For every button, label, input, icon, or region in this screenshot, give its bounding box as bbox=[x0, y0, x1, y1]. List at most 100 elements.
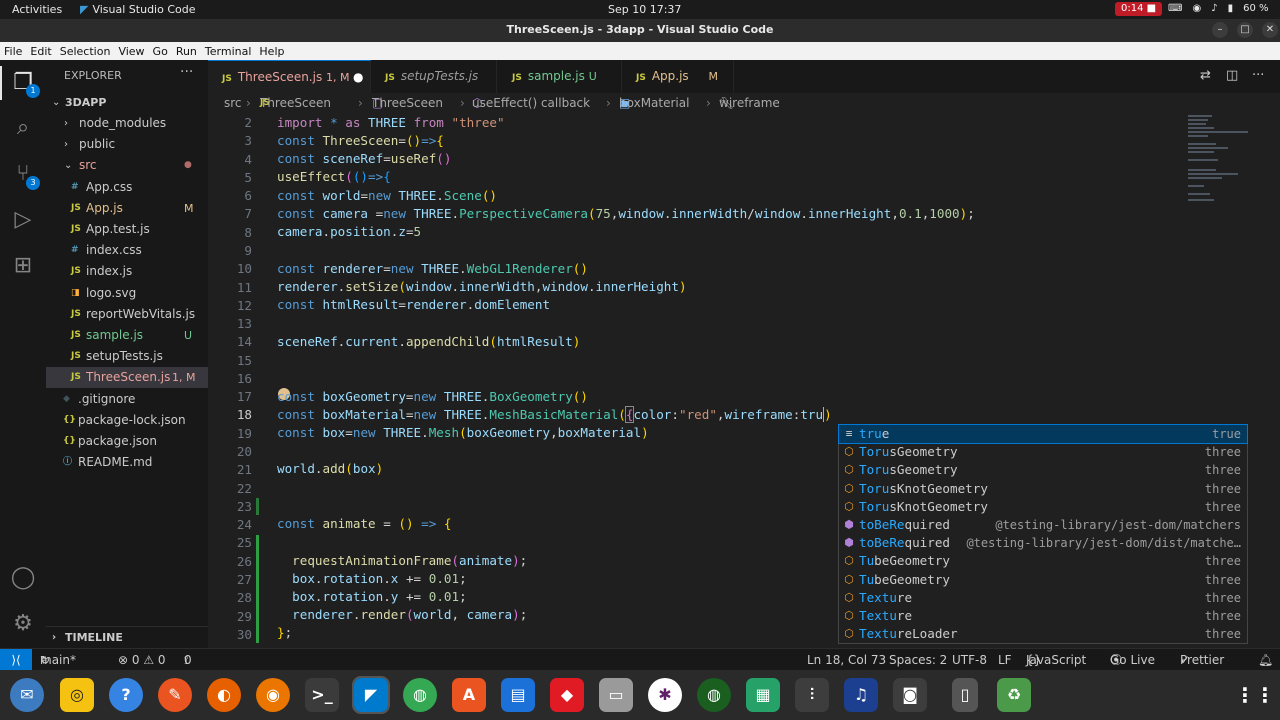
tree-item[interactable]: JS setupTests.js bbox=[46, 346, 208, 367]
tree-item[interactable]: # index.css bbox=[46, 240, 208, 261]
suggestion-item[interactable]: ⬡ TorusKnotGeometry three bbox=[839, 498, 1247, 516]
suggestion-detail: three bbox=[1204, 590, 1241, 605]
line-number: 26 bbox=[236, 553, 252, 569]
encoding[interactable]: UTF-8 bbox=[952, 649, 987, 671]
editor-scrollbar[interactable] bbox=[1272, 113, 1280, 648]
account-icon[interactable]: ◯ bbox=[9, 564, 37, 592]
files-icon[interactable]: ▭ bbox=[599, 678, 633, 712]
blender-icon[interactable]: ◉ bbox=[256, 678, 290, 712]
suggestion-item[interactable]: ⬡ TorusGeometry three bbox=[839, 461, 1247, 479]
extensions-icon[interactable]: ⊞ bbox=[9, 252, 37, 280]
suggestion-item[interactable]: ≡ true true bbox=[838, 423, 1248, 445]
activities-button[interactable]: Activities bbox=[12, 3, 62, 16]
unsaved-dot-icon[interactable]: ● bbox=[353, 61, 363, 94]
audio-editor-icon[interactable]: ⫶ bbox=[795, 678, 829, 712]
tree-item[interactable]: {} package.json bbox=[46, 431, 208, 452]
suggestion-item[interactable]: ⬡ Texture three bbox=[839, 607, 1247, 625]
project-root[interactable]: ⌄ 3DAPP bbox=[46, 92, 208, 113]
usb-drive-icon[interactable]: ▯ bbox=[952, 678, 978, 712]
screenshot-icon[interactable]: ◙ bbox=[893, 678, 927, 712]
menu-terminal[interactable]: Terminal bbox=[205, 45, 252, 58]
menu-file[interactable]: File bbox=[4, 45, 22, 58]
menu-run[interactable]: Run bbox=[176, 45, 197, 58]
tab-threesceen[interactable]: JS ThreeSceen.js 1, M ● bbox=[208, 60, 371, 93]
tree-item[interactable]: JS sample.js U bbox=[46, 325, 208, 346]
slack-icon[interactable]: ✱ bbox=[648, 678, 682, 712]
tree-item[interactable]: ◨ logo.svg bbox=[46, 283, 208, 304]
remote-icon[interactable]: ⟩⟨ bbox=[0, 649, 32, 670]
recording-indicator[interactable]: 0:14 ■ bbox=[1115, 2, 1163, 16]
globe-icon[interactable]: ◍ bbox=[697, 678, 731, 712]
search-icon[interactable]: ⌕ bbox=[9, 114, 37, 142]
suggestion-item[interactable]: ⬢ toBeRequired @testing-library/jest-dom/m… bbox=[839, 516, 1247, 534]
trash-icon[interactable]: ♻ bbox=[997, 678, 1031, 712]
thunderbird-icon[interactable]: ✉ bbox=[10, 678, 44, 712]
close-button[interactable]: ✕ bbox=[1262, 22, 1278, 38]
tree-item[interactable]: › node_modules bbox=[46, 113, 208, 134]
problems-item[interactable]: ⊗ 0 ⚠ 0 bbox=[118, 649, 166, 671]
minimize-button[interactable]: – bbox=[1212, 22, 1228, 38]
show-apps-icon[interactable]: ⋮⋮⋮ bbox=[1235, 678, 1280, 712]
system-tray[interactable]: ⌨ ◉ ♪ ▮ 60 % bbox=[1168, 3, 1268, 14]
menu-selection[interactable]: Selection bbox=[60, 45, 111, 58]
minimap[interactable] bbox=[1186, 113, 1256, 203]
software-center-icon[interactable]: A bbox=[452, 678, 486, 712]
menu-help[interactable]: Help bbox=[259, 45, 284, 58]
suggestion-item[interactable]: ⬢ toBeRequired @testing-library/jest-dom/d… bbox=[839, 534, 1247, 552]
calc-icon[interactable]: ▦ bbox=[746, 678, 780, 712]
maximize-button[interactable]: □ bbox=[1237, 22, 1253, 38]
clock[interactable]: Sep 10 17:37 bbox=[608, 3, 681, 16]
line-ending[interactable]: LF bbox=[998, 649, 1012, 671]
tree-item[interactable]: JS ThreeSceen.js 1, M bbox=[46, 367, 208, 389]
firefox-icon[interactable]: ◐ bbox=[207, 678, 241, 712]
vscode-icon[interactable]: ◤ bbox=[352, 676, 390, 714]
tree-item[interactable]: {} package-lock.json bbox=[46, 410, 208, 431]
tree-item[interactable]: ⓘ README.md bbox=[46, 452, 208, 473]
tree-item[interactable]: JS App.test.js bbox=[46, 219, 208, 240]
tree-item[interactable]: JS App.js M bbox=[46, 198, 208, 219]
terminal-icon[interactable]: >_ bbox=[305, 678, 339, 712]
app-menu[interactable]: ◤ Visual Studio Code bbox=[80, 3, 196, 16]
suggestion-item[interactable]: ⬡ Texture three bbox=[839, 589, 1247, 607]
suggestion-item[interactable]: ⬡ TorusKnotGeometry three bbox=[839, 480, 1247, 498]
chrome-icon[interactable]: ◍ bbox=[403, 678, 437, 712]
menu-edit[interactable]: Edit bbox=[30, 45, 51, 58]
system-top-bar: Activities ◤ Visual Studio Code Sep 10 17… bbox=[0, 0, 1280, 19]
audacity-icon[interactable]: ♫ bbox=[844, 678, 878, 712]
cursor-position[interactable]: Ln 18, Col 73 bbox=[807, 649, 886, 671]
suggestion-item[interactable]: ⬡ TextureLoader three bbox=[839, 625, 1247, 643]
split-editor-icon[interactable]: ◫ bbox=[1226, 68, 1238, 83]
suggestion-item[interactable]: ⬡ TubeGeometry three bbox=[839, 552, 1247, 570]
tree-item[interactable]: ◆ .gitignore bbox=[46, 389, 208, 410]
tree-item[interactable]: › public bbox=[46, 134, 208, 155]
tab-setuptests[interactable]: JS setupTests.js bbox=[371, 60, 497, 93]
help-icon[interactable]: ? bbox=[109, 678, 143, 712]
menu-go[interactable]: Go bbox=[153, 45, 168, 58]
suggestion-item[interactable]: ⬡ TorusGeometry three bbox=[839, 443, 1247, 461]
tab-app[interactable]: JS App.js M bbox=[622, 60, 734, 93]
tree-item[interactable]: ⌄ src ● bbox=[46, 155, 208, 176]
more-actions-icon[interactable]: ··· bbox=[1252, 68, 1264, 83]
code-line: sceneRef.current.appendChild(htmlResult) bbox=[277, 334, 581, 349]
crumb-src[interactable]: src bbox=[224, 93, 242, 113]
timeline-section[interactable]: › TIMELINE bbox=[46, 626, 208, 648]
tree-item[interactable]: JS reportWebVitals.js bbox=[46, 304, 208, 325]
tab-sample[interactable]: JS sample.js U bbox=[498, 60, 622, 93]
anydesk-icon[interactable]: ◆ bbox=[550, 678, 584, 712]
pencil-app-icon[interactable]: ✎ bbox=[158, 678, 192, 712]
suggestion-item[interactable]: ⬡ TubeGeometry three bbox=[839, 571, 1247, 589]
suggestion-label: TextureLoader bbox=[859, 625, 958, 643]
more-actions-icon[interactable]: ··· bbox=[180, 64, 193, 80]
indentation[interactable]: Spaces: 2 bbox=[889, 649, 947, 671]
run-debug-icon[interactable]: ▷ bbox=[9, 206, 37, 234]
notifications-bell-icon[interactable]: 🔔︎ bbox=[1258, 649, 1273, 671]
writer-icon[interactable]: ▤ bbox=[501, 678, 535, 712]
compare-icon[interactable]: ⇄ bbox=[1200, 68, 1211, 83]
line-number: 29 bbox=[236, 608, 252, 624]
menu-view[interactable]: View bbox=[118, 45, 144, 58]
tree-item[interactable]: # App.css bbox=[46, 177, 208, 198]
autocomplete-widget[interactable]: ≡ true true ⬡ TorusGeometry three ⬡ TorusGeomet… bbox=[838, 423, 1248, 644]
settings-gear-icon[interactable]: ⚙ bbox=[9, 610, 37, 638]
rhythmbox-icon[interactable]: ◎ bbox=[60, 678, 94, 712]
tree-item[interactable]: JS index.js bbox=[46, 261, 208, 282]
